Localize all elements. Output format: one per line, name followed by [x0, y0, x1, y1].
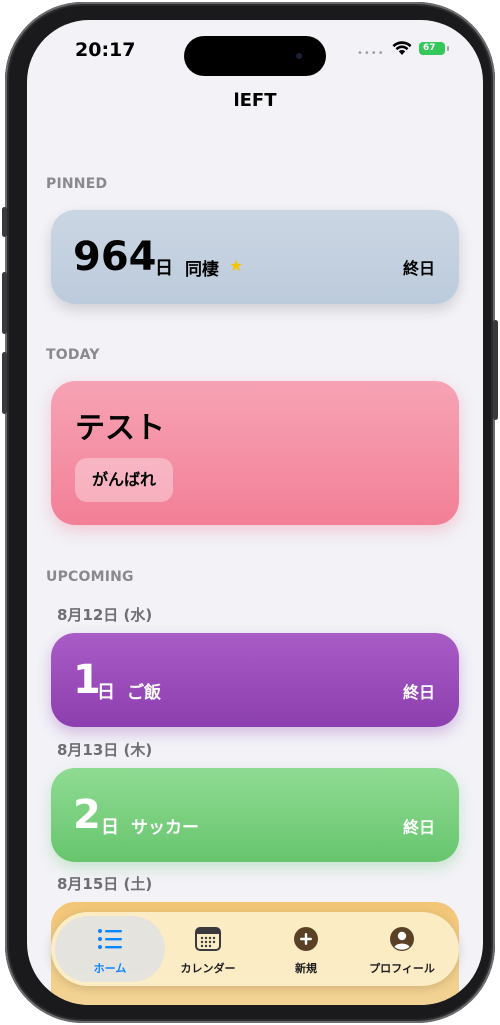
- upcoming-event-card[interactable]: 1 日 ご飯 終日: [51, 633, 459, 727]
- all-day-label: 終日: [402, 259, 435, 278]
- volume-up-button: [2, 272, 7, 334]
- section-title-upcoming: UPCOMING: [46, 569, 134, 585]
- event-title: ご飯: [127, 683, 161, 703]
- device-frame: 20:17 •••• 67 lEFT PINNED 964 日 同棲 ★ 終日 …: [2, 2, 498, 1023]
- days-unit: 日: [101, 817, 119, 838]
- wifi-icon: [392, 41, 412, 55]
- list-icon: [98, 929, 122, 949]
- tab-label: プロフィール: [369, 962, 435, 975]
- tab-bar: ホーム カレンダー 新規 プロフィール: [51, 912, 459, 986]
- star-icon: ★: [229, 256, 244, 275]
- pinned-event-card[interactable]: 964 日 同棲 ★ 終日: [51, 210, 459, 304]
- upcoming-event-card[interactable]: 2 日 サッカー 終日: [51, 768, 459, 862]
- event-title: 同棲: [185, 260, 219, 280]
- person-circle-icon: [390, 927, 414, 951]
- action-button: [2, 207, 7, 237]
- date-header: 8月13日 (木): [57, 741, 153, 759]
- tab-profile[interactable]: プロフィール: [351, 912, 453, 986]
- date-header: 8月15日 (土): [57, 875, 153, 893]
- all-day-label: 終日: [402, 683, 435, 702]
- tab-label: カレンダー: [180, 962, 236, 975]
- battery-tip: [447, 46, 449, 51]
- calendar-icon: [195, 927, 221, 951]
- tab-home[interactable]: ホーム: [59, 912, 161, 986]
- status-time: 20:17: [75, 39, 136, 61]
- event-title: サッカー: [131, 818, 199, 838]
- event-memo-chip: がんばれ: [75, 458, 174, 502]
- cellular-signal-icon: ••••: [357, 48, 385, 59]
- tab-label: ホーム: [93, 962, 127, 975]
- today-event-card[interactable]: テスト がんばれ: [51, 381, 459, 525]
- all-day-label: 終日: [402, 818, 435, 837]
- nav-title: lEFT: [233, 90, 277, 111]
- days-unit: 日: [97, 682, 115, 703]
- volume-down-button: [2, 352, 7, 414]
- tab-label: 新規: [295, 962, 317, 975]
- tab-calendar[interactable]: カレンダー: [157, 912, 259, 986]
- battery-icon: 67: [419, 42, 445, 55]
- section-title-pinned: PINNED: [46, 176, 108, 192]
- dynamic-island: [184, 36, 326, 76]
- tab-new[interactable]: 新規: [255, 912, 357, 986]
- days-unit: 日: [155, 258, 173, 279]
- days-count: 964: [73, 234, 157, 280]
- event-title: テスト: [75, 411, 165, 446]
- plus-circle-icon: [294, 927, 318, 951]
- camera-dot: [296, 53, 302, 59]
- days-count: 2: [73, 792, 101, 838]
- date-header: 8月12日 (水): [57, 606, 153, 624]
- section-title-today: TODAY: [46, 347, 100, 363]
- screen: 20:17 •••• 67 lEFT PINNED 964 日 同棲 ★ 終日 …: [27, 20, 483, 1005]
- side-button: [493, 320, 498, 420]
- status-bar: 20:17 •••• 67: [27, 20, 483, 76]
- battery-level: 67: [423, 43, 436, 53]
